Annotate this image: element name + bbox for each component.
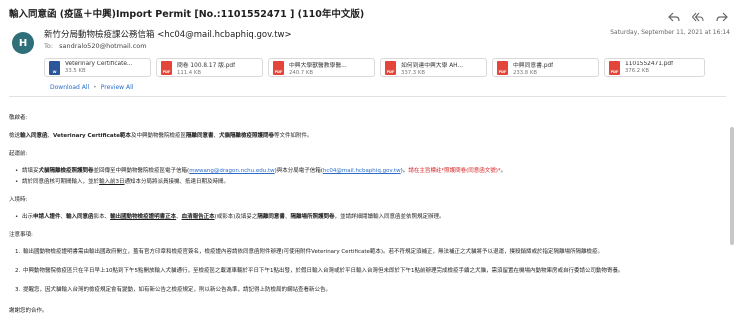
list-text: 血清報告正本 xyxy=(181,214,215,220)
list-item: 出示申請人證件、輸入同意函影本、輸出國動物檢疫證明書正本、血清報告正本(或影本)… xyxy=(15,213,445,221)
attachment-item[interactable]: PDF 1101552471.pdf 376.2 KB xyxy=(604,58,705,77)
list-text: 請在主旨標註*照護問卷(同意函文號)* xyxy=(408,168,501,174)
download-all-link[interactable]: Download All xyxy=(50,84,89,91)
attachment-size: 240.7 KB xyxy=(289,69,313,76)
list-text: 。 xyxy=(500,168,507,174)
item-number: 1. xyxy=(15,249,21,255)
list-item: 請於同意函核可期間輸入，並於輸入前3日通知本分局將派員接機、抵達日期及時間。 xyxy=(15,178,230,186)
item-text: 提醒您，因犬貓輸入台灣的檢疫規定會有變動，如有新公告之檢疫規定，則以新公告為準，… xyxy=(23,287,332,293)
attachment-name: 中興同意書.pdf xyxy=(513,62,554,69)
notes-heading: 注意事項: xyxy=(9,232,33,238)
closing: 謝謝您的合作。 xyxy=(9,308,48,314)
list-text: 請填妥 xyxy=(22,168,39,174)
intro-text: 檢送 xyxy=(9,133,21,139)
list-item: 請填妥犬貓隔離檢疫照護問卷並回傳至中興動物醫院檢疫區電子信箱(mwwang@dr… xyxy=(15,167,507,175)
attachment-item[interactable]: PDF 中興大學獸醫教學醫... 240.7 KB xyxy=(268,58,375,77)
attachment-icon-label: PDF xyxy=(386,69,395,74)
message-actions xyxy=(668,7,728,26)
attachment-name: 問卷 100.8.17 版.pdf xyxy=(177,62,236,69)
sender-avatar: H xyxy=(12,32,34,54)
pdf-file-icon: PDF xyxy=(385,60,396,75)
list-text: 通知本分局將派員接機、抵達日期及時間。 xyxy=(124,179,230,185)
attachment-size: 337.3 KB xyxy=(401,69,425,76)
header-divider xyxy=(9,96,726,97)
recipient-address[interactable]: sandralo520@hotmail.com xyxy=(59,42,146,50)
entry-heading: 入境時: xyxy=(9,197,28,203)
intro-text: 犬貓隔離檢疫照護問卷 xyxy=(218,133,274,139)
attachment-name: 1101552471.pdf xyxy=(625,61,674,67)
list-text: )與本分局電子信箱( xyxy=(274,168,323,174)
attachment-item[interactable]: PDF 問卷 100.8.17 版.pdf 111.4 KB xyxy=(156,58,263,77)
link-separator: • xyxy=(93,84,97,91)
list-text: 並回傳至中興動物醫院檢疫區電子信箱( xyxy=(93,168,190,174)
email-link[interactable]: mwwang@dragon.nchu.edu.tw xyxy=(189,168,274,174)
attachment-list: W Veterinary Certificate... 33.5 KB PDF 問… xyxy=(44,58,705,77)
list-text: 出示 xyxy=(22,214,34,220)
email-subject: 輸入同意函 (疫區＋中興)Import Permit [No.:11015524… xyxy=(9,9,365,20)
attachment-size: 111.4 KB xyxy=(177,69,201,76)
forward-icon[interactable] xyxy=(716,7,728,26)
item-number: 3. xyxy=(15,287,21,293)
attachment-icon-label: PDF xyxy=(498,69,507,74)
to-label: To: xyxy=(44,42,54,50)
attachment-name: 中興大學獸醫教學醫... xyxy=(289,62,347,69)
body-scrollbar[interactable] xyxy=(730,127,734,245)
email-body: 敬啟者: 檢送輸入同意函、Veterinary Certificate範本及中興… xyxy=(9,100,721,322)
reply-icon[interactable] xyxy=(668,7,680,26)
item-number: 2. xyxy=(15,268,21,274)
pdf-file-icon: PDF xyxy=(273,60,284,75)
list-text: 犬貓隔離檢疫照護問卷 xyxy=(38,168,94,174)
list-text: 申請人證件 xyxy=(33,214,61,220)
intro-text: 輸入同意函 xyxy=(20,133,48,139)
intro-paragraph: 檢送輸入同意函、Veterinary Certificate範本及中興動物醫院檢… xyxy=(9,132,313,140)
attachment-item[interactable]: PDF 中興同意書.pdf 233.8 KB xyxy=(492,58,599,77)
before-heading: 起運前: xyxy=(9,151,28,157)
intro-text: 及中興動物醫院檢疫區 xyxy=(130,133,186,139)
list-text: 隔離同意書 xyxy=(257,214,285,220)
attachment-name: Veterinary Certificate... xyxy=(65,61,133,67)
attachment-size: 376.2 KB xyxy=(625,68,649,74)
pdf-file-icon: PDF xyxy=(161,60,172,75)
pdf-file-icon: PDF xyxy=(497,60,508,75)
greeting: 敬啟者: xyxy=(9,115,28,121)
word-doc-icon: W xyxy=(49,60,60,75)
attachment-actions: Download All • Preview All xyxy=(50,84,133,91)
attachment-size: 233.8 KB xyxy=(513,69,537,76)
attachment-icon-label: W xyxy=(52,69,57,74)
attachment-item[interactable]: W Veterinary Certificate... 33.5 KB xyxy=(44,58,151,77)
attachment-icon-label: PDF xyxy=(274,69,283,74)
intro-text: 隔離同意書 xyxy=(185,133,214,139)
email-link[interactable]: hc04@mail.hcbaphiq.gov.tw xyxy=(323,168,401,174)
list-text: 輸出國動物檢疫證明書正本 xyxy=(110,214,177,220)
preview-all-link[interactable]: Preview All xyxy=(101,84,134,91)
reply-all-icon[interactable] xyxy=(691,7,704,26)
email-date: Saturday, September 11, 2021 at 16:14 xyxy=(610,29,730,36)
sender-name[interactable]: 新竹分局動物檢疫課公務信箱 <hc04@mail.hcbaphiq.gov.tw… xyxy=(44,28,292,40)
list-text: (或影本)及填妥之 xyxy=(214,214,258,220)
intro-text: 等文件如附件。 xyxy=(274,133,313,139)
list-text: 隔離場所照護問卷 xyxy=(290,214,335,220)
item-text: 中興動物醫院檢疫區只在平日早上10點到下午5點開放輸入犬貓通行，至檢疫區之載運車… xyxy=(23,268,624,274)
list-text: 影本、 xyxy=(93,214,111,220)
attachment-size: 33.5 KB xyxy=(65,68,86,74)
attachment-item[interactable]: PDF 如何到達中興大學 AH... 337.3 KB xyxy=(380,58,487,77)
list-text: 輸入前3日 xyxy=(99,179,125,185)
list-text: 請於同意函核可期間輸入，並於 xyxy=(22,179,100,185)
item-text: 輸出國動物檢疫證明書需由輸出國政府開立，蓋有官方印章和檢疫官簽名，檢疫證內容請依… xyxy=(23,249,604,255)
attachment-name: 如何到達中興大學 AH... xyxy=(401,62,463,69)
list-text: 輸入同意函 xyxy=(66,214,94,220)
recipient-line: To: sandralo520@hotmail.com xyxy=(44,42,147,50)
attachment-icon-label: PDF xyxy=(610,69,619,74)
attachment-icon-label: PDF xyxy=(162,69,171,74)
list-text: ，並請詳細閱讀輸入同意函並依照規定辦理。 xyxy=(334,214,445,220)
pdf-file-icon: PDF xyxy=(609,60,620,75)
intro-text: Veterinary Certificate範本 xyxy=(53,133,131,139)
